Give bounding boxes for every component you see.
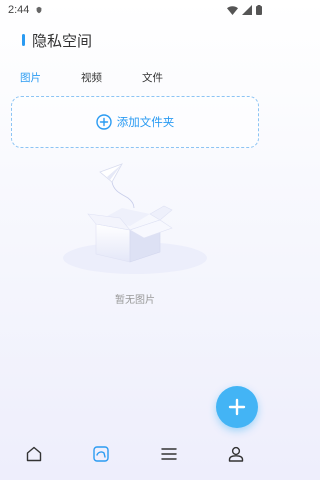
add-fab-button[interactable] [216, 386, 258, 428]
tab-videos[interactable]: 视频 [81, 70, 102, 85]
status-icons [227, 5, 262, 15]
empty-state-text: 暂无图片 [115, 295, 155, 306]
bottom-nav [0, 430, 270, 480]
nav-profile[interactable] [224, 442, 248, 466]
page-title: 隐私空间 [32, 31, 93, 50]
status-bar: 2:44 [0, 0, 270, 20]
menu-icon [161, 448, 177, 460]
plus-circle-icon [96, 114, 112, 130]
add-folder-label: 添加文件夹 [116, 115, 175, 129]
add-folder-button[interactable]: 添加文件夹 [11, 96, 259, 148]
title-accent-bar [22, 34, 25, 46]
page-header: 隐私空间 [22, 30, 92, 50]
status-time: 2:44 [8, 4, 30, 16]
gallery-icon [93, 446, 109, 462]
tab-images[interactable]: 图片 [20, 70, 41, 85]
nav-gallery[interactable] [89, 442, 113, 466]
signal-icon [242, 5, 252, 15]
tab-files[interactable]: 文件 [142, 70, 163, 85]
notification-icon [37, 6, 42, 14]
profile-icon [228, 446, 244, 462]
empty-box-illustration [63, 163, 207, 274]
battery-icon [256, 5, 262, 15]
nav-menu[interactable] [157, 442, 181, 466]
plus-icon [228, 398, 246, 416]
wifi-icon [227, 5, 238, 15]
nav-home[interactable] [22, 442, 46, 466]
home-icon [26, 446, 42, 462]
tab-bar: 图片 视频 文件 [0, 70, 270, 88]
